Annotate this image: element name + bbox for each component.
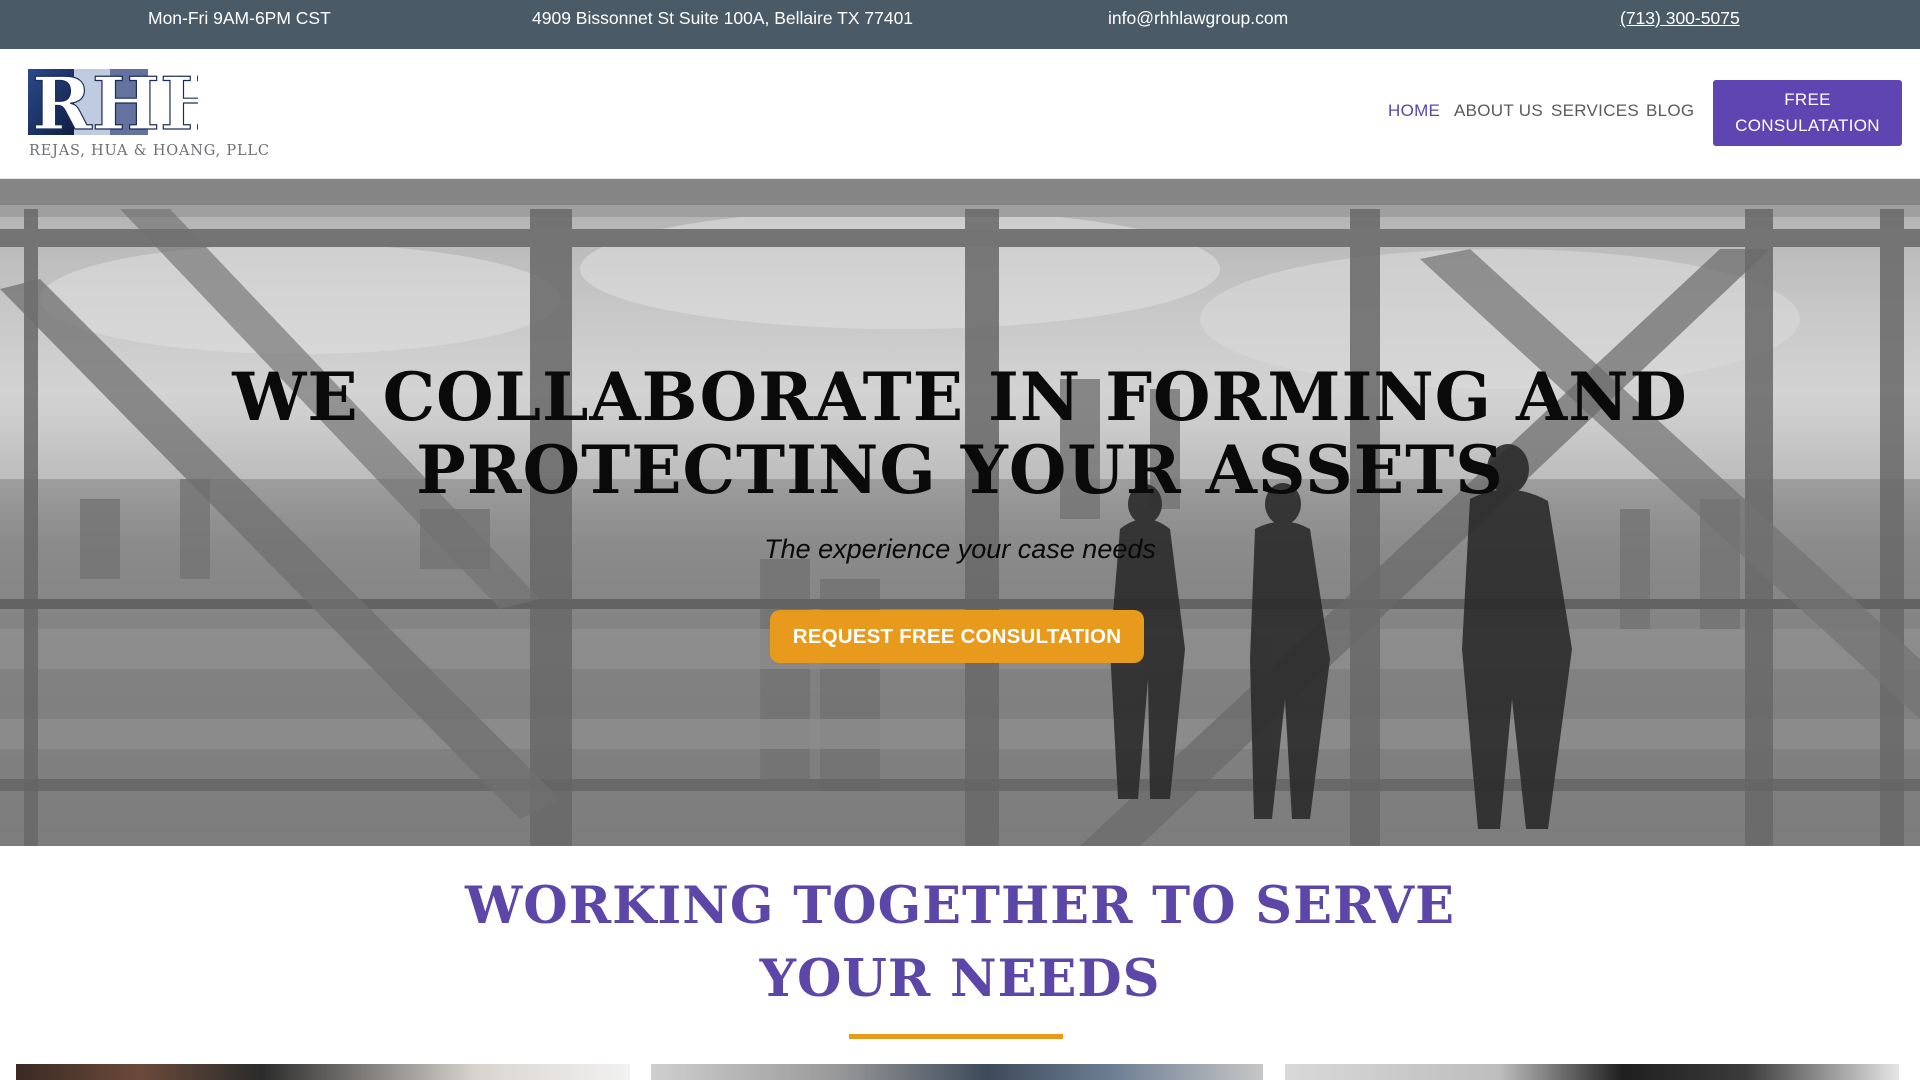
free-consultation-button[interactable]: FREE CONSULATATION [1713, 80, 1902, 146]
request-consultation-button[interactable]: REQUEST FREE CONSULTATION [770, 610, 1144, 663]
nav-blog[interactable]: BLOG [1646, 101, 1694, 121]
service-card-image[interactable] [1285, 1064, 1899, 1080]
service-card-image[interactable] [16, 1064, 630, 1080]
hero-banner: WE COLLABORATE IN FORMING AND PROTECTING… [0, 179, 1920, 846]
hero-heading-line-1: WE COLLABORATE IN FORMING AND [232, 358, 1688, 436]
office-hours: Mon-Fri 9AM-6PM CST [148, 8, 331, 28]
nav-services[interactable]: SERVICES [1551, 101, 1639, 121]
section-heading-line-2: YOUR NEEDS [759, 949, 1161, 1009]
hero-heading-line-2: PROTECTING YOUR ASSETS [416, 431, 1504, 509]
service-card-image[interactable] [651, 1064, 1263, 1080]
office-address: 4909 Bissonnet St Suite 100A, Bellaire T… [532, 8, 914, 28]
hero-subtitle: The experience your case needs [764, 534, 1156, 564]
phone-link[interactable]: (713) 300-5075 [1620, 0, 1740, 49]
site-header: RHH REJAS, HUA & HOANG, PLLC HOME ABOUT … [0, 49, 1920, 179]
section-heading: WORKING TOGETHER TO SERVE YOUR NEEDS [0, 870, 1920, 1016]
section-divider [849, 1034, 1063, 1039]
hero-office-photo [0, 179, 1920, 846]
section-heading-line-1: WORKING TOGETHER TO SERVE [465, 876, 1455, 936]
nav-about-us[interactable]: ABOUT US [1454, 101, 1543, 121]
nav-home[interactable]: HOME [1388, 101, 1440, 121]
hero-heading: WE COLLABORATE IN FORMING AND PROTECTING… [0, 361, 1920, 507]
main-nav: HOME ABOUT US SERVICES BLOG [0, 49, 1920, 179]
top-info-bar: Mon-Fri 9AM-6PM CST 4909 Bissonnet St Su… [0, 0, 1920, 49]
contact-email[interactable]: info@rhhlawgroup.com [1108, 0, 1288, 49]
